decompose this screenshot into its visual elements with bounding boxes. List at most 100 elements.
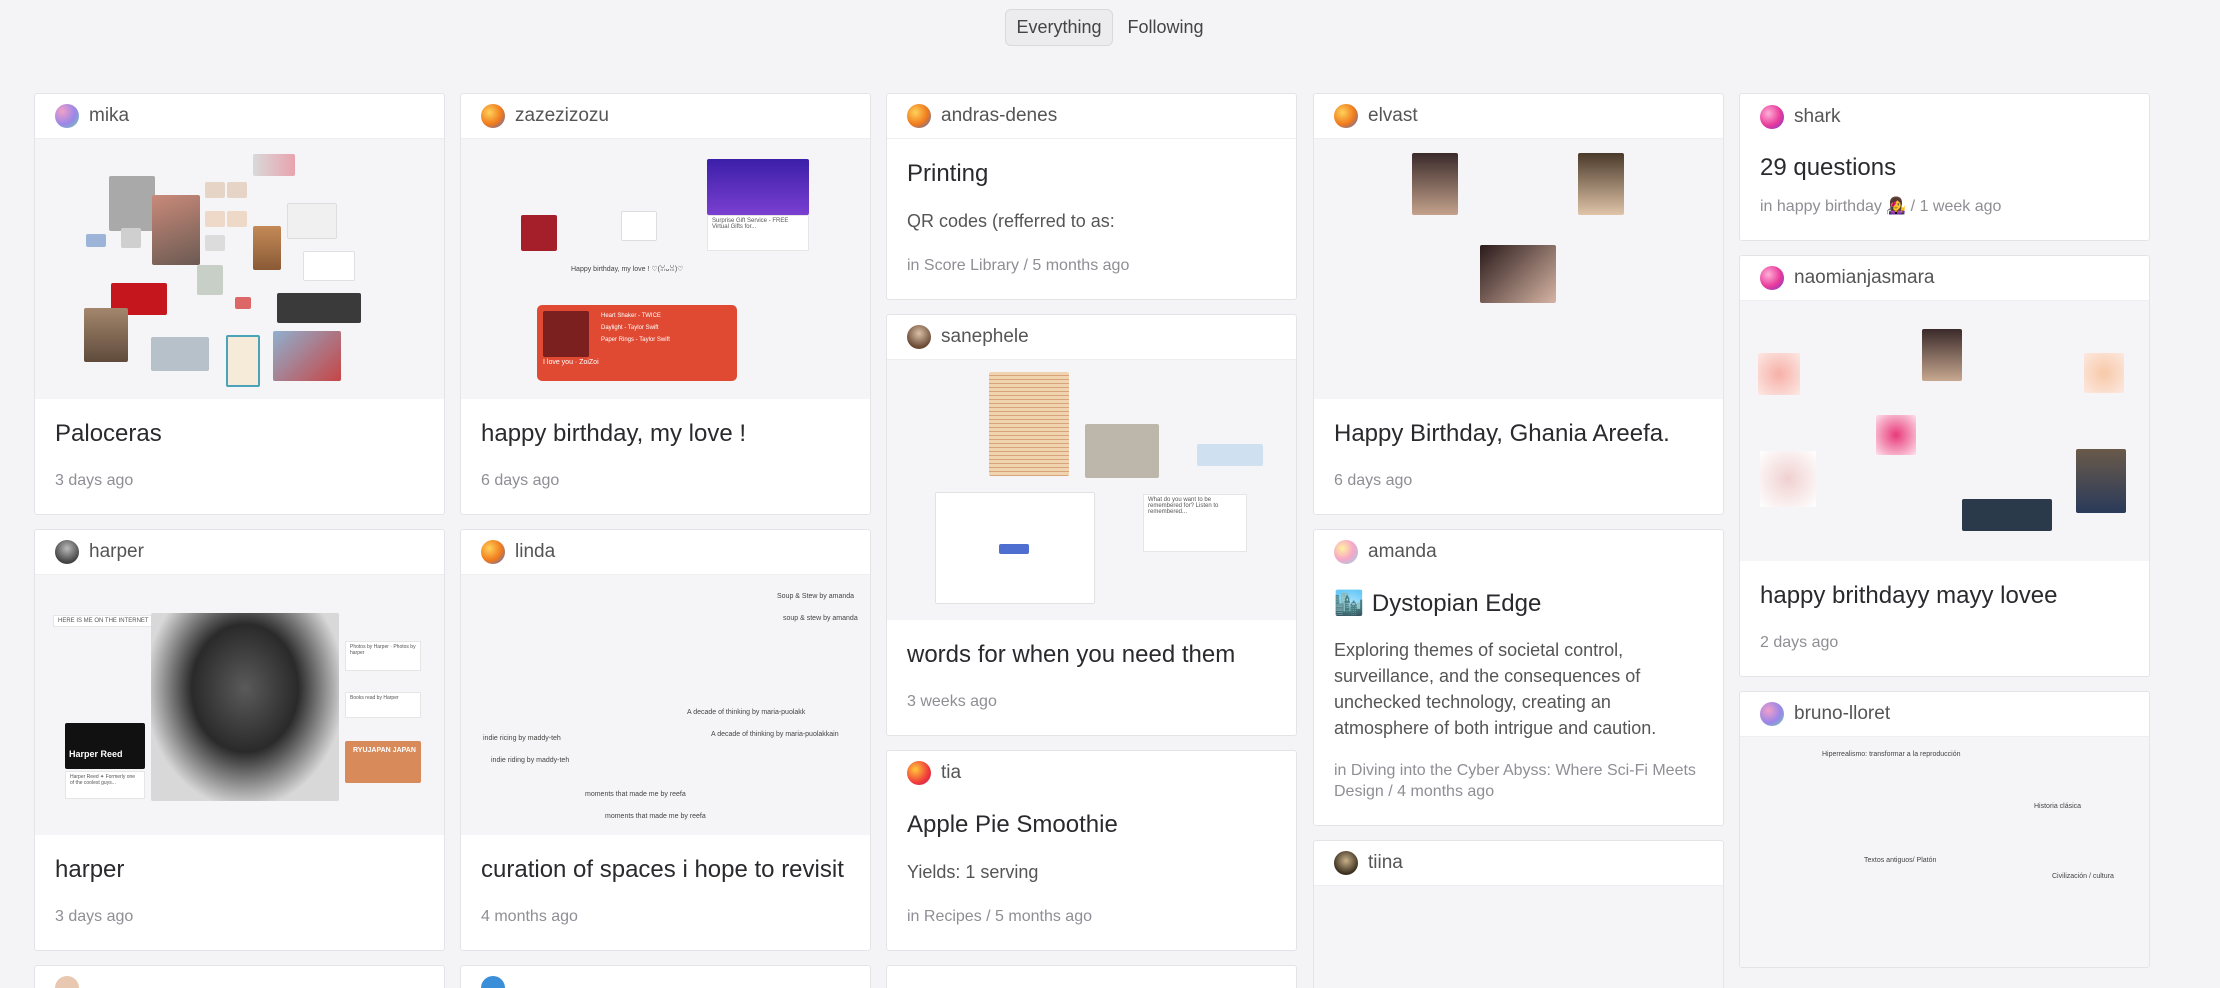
card-bruno-lloret[interactable]: bruno-lloret Hiperrealismo: transformar … xyxy=(1739,690,2150,968)
card-body: curation of spaces i hope to revisit 4 m… xyxy=(461,835,870,950)
space-link[interactable]: soup & stew by amanda xyxy=(783,615,858,622)
card-title[interactable]: 29 questions xyxy=(1760,153,2129,183)
image-thumb xyxy=(197,265,223,295)
card-title[interactable]: Happy Birthday, Ghania Areefa. xyxy=(1334,419,1703,449)
space-link[interactable]: moments that made me by reefa xyxy=(585,791,686,798)
avatar[interactable] xyxy=(481,104,505,128)
feed-column-5: shark 29 questions in happy birthday 👩‍🎤… xyxy=(1739,93,2150,982)
image-thumb xyxy=(205,211,225,227)
username[interactable]: andras-denes xyxy=(941,105,1057,127)
card-amanda[interactable]: amanda 🏙️ Dystopian Edge Exploring theme… xyxy=(1313,528,1724,826)
card-header: tiina xyxy=(1314,841,1723,886)
username[interactable]: naomianjasmara xyxy=(1794,267,1934,289)
card-title[interactable]: harper xyxy=(55,855,424,885)
card-preview: HERE IS ME ON THE INTERNET Photos by Har… xyxy=(35,574,444,835)
card-title[interactable]: 🏙️ Dystopian Edge xyxy=(1334,589,1703,619)
card-header: linda xyxy=(461,530,870,575)
username[interactable]: linda xyxy=(515,541,555,563)
space-link[interactable]: A decade of thinking by maria-puolakkain xyxy=(711,731,839,738)
card-zazezizozu[interactable]: zazezizozu Surprise Gift Service - FREE … xyxy=(460,93,871,515)
card-next[interactable] xyxy=(460,964,871,988)
card-title[interactable]: Paloceras xyxy=(55,419,424,449)
card-linda[interactable]: linda Soup & Stew by amanda soup & stew … xyxy=(460,528,871,951)
username[interactable]: bruno-lloret xyxy=(1794,703,1890,725)
space-link[interactable]: Civilización / cultura xyxy=(2052,873,2114,880)
avatar[interactable] xyxy=(1334,104,1358,128)
card-meta: 4 months ago xyxy=(481,907,578,925)
card-header: tia xyxy=(887,751,1296,796)
space-link[interactable]: moments that made me by reefa xyxy=(605,813,706,820)
card-title[interactable]: happy brithdayy mayy lovee xyxy=(1760,581,2129,611)
card-sanephele[interactable]: sanephele What do you want to be remembe… xyxy=(886,313,1297,736)
card-tia[interactable]: tia Apple Pie Smoothie Yields: 1 serving… xyxy=(886,749,1297,951)
image-thumb xyxy=(86,234,106,247)
card-harper[interactable]: harper HERE IS ME ON THE INTERNET Photos… xyxy=(34,528,445,951)
avatar[interactable] xyxy=(481,539,505,564)
card-naomianjasmara[interactable]: naomianjasmara happy brithdayy mayy love… xyxy=(1739,254,2150,677)
username[interactable]: amanda xyxy=(1368,541,1437,563)
card-tiina[interactable]: tiina xyxy=(1313,839,1724,988)
avatar[interactable] xyxy=(1760,104,1784,129)
card-excerpt: QR codes (refferred to as: xyxy=(907,211,1115,231)
card-header: zazezizozu xyxy=(461,94,870,139)
preview-caption: Happy birthday, my love ! ♡(ꈍᴗꈍ)♡ xyxy=(571,266,684,273)
card-meta: in Diving into the Cyber Abyss: Where Sc… xyxy=(1334,762,1696,800)
card-next[interactable] xyxy=(34,964,445,988)
username[interactable]: sanephele xyxy=(941,326,1029,348)
card-header: harper xyxy=(35,530,444,575)
image-thumb xyxy=(151,337,209,371)
card-preview: Hiperrealismo: transformar a la reproduc… xyxy=(1740,736,2149,967)
avatar[interactable] xyxy=(1760,701,1784,726)
avatar[interactable] xyxy=(481,975,505,988)
username[interactable]: tiina xyxy=(1368,852,1403,874)
avatar[interactable] xyxy=(907,324,931,349)
username[interactable]: shark xyxy=(1794,106,1840,128)
city-icon: 🏙️ xyxy=(1334,589,1364,617)
username[interactable]: elvast xyxy=(1368,105,1418,127)
space-link[interactable]: indie riding by maddy-teh xyxy=(491,757,569,764)
card-title[interactable]: Apple Pie Smoothie xyxy=(907,810,1276,840)
card-mika[interactable]: mika Paloceras 3 days ago xyxy=(34,93,445,515)
card-title[interactable]: words for when you need them xyxy=(907,640,1276,670)
avatar[interactable] xyxy=(55,975,79,988)
card-header: andras-denes xyxy=(887,94,1296,139)
space-link[interactable]: indie ricing by maddy-teh xyxy=(483,735,561,742)
space-link[interactable]: Hiperrealismo: transformar a la reproduc… xyxy=(1822,751,1961,758)
image-thumb xyxy=(235,297,251,309)
avatar[interactable] xyxy=(1334,540,1358,565)
avatar[interactable] xyxy=(907,104,931,128)
card-meta: in Recipes / 5 months ago xyxy=(907,907,1092,925)
tab-everything[interactable]: Everything xyxy=(1005,9,1113,46)
card-title[interactable]: happy birthday, my love ! xyxy=(481,419,850,449)
avatar[interactable] xyxy=(907,761,931,786)
card-meta: 6 days ago xyxy=(481,472,560,489)
username[interactable]: mika xyxy=(89,105,129,127)
avatar[interactable] xyxy=(1760,265,1784,290)
card-next[interactable] xyxy=(886,964,1297,988)
card-andras-denes[interactable]: andras-denes Printing QR codes (refferre… xyxy=(886,93,1297,300)
avatar[interactable] xyxy=(55,539,79,564)
image-thumb xyxy=(152,195,200,265)
space-link[interactable]: Textos antiguos/ Platón xyxy=(1864,857,1936,864)
space-link[interactable]: Historia clásica xyxy=(2034,803,2081,810)
image-thumb xyxy=(521,215,557,251)
username[interactable]: zazezizozu xyxy=(515,105,609,127)
space-link[interactable]: A decade of thinking by maria-puolakk xyxy=(687,709,805,716)
username[interactable]: tia xyxy=(941,762,961,784)
username[interactable]: harper xyxy=(89,541,144,563)
avatar[interactable] xyxy=(55,104,79,128)
card-meta: in happy birthday 👩‍🎤 / 1 week ago xyxy=(1760,198,2002,215)
card-excerpt: Yields: 1 serving xyxy=(907,861,1039,882)
card-header: bruno-lloret xyxy=(1740,692,2149,737)
card-elvast[interactable]: elvast Happy Birthday, Ghania Areefa. 6 … xyxy=(1313,93,1724,515)
card-body: happy birthday, my love ! 6 days ago xyxy=(461,399,870,514)
card-title[interactable]: curation of spaces i hope to revisit xyxy=(481,855,850,885)
tab-following[interactable]: Following xyxy=(1117,9,1215,46)
image-thumb xyxy=(121,228,141,248)
image-thumb xyxy=(226,335,260,387)
space-link[interactable]: Soup & Stew by amanda xyxy=(777,593,854,600)
card-header: elvast xyxy=(1314,94,1723,139)
avatar[interactable] xyxy=(1334,850,1358,875)
card-shark[interactable]: shark 29 questions in happy birthday 👩‍🎤… xyxy=(1739,93,2150,241)
card-title[interactable]: Printing xyxy=(907,159,1276,189)
